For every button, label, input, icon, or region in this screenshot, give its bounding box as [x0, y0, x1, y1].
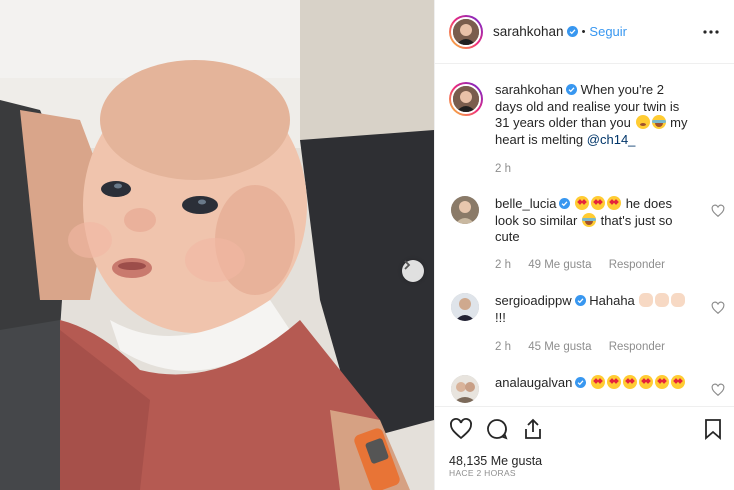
like-comment-heart-icon[interactable] — [711, 301, 725, 315]
comment-item: sergioadippw Hahaha !!! 2 h 45 Me gusta … — [449, 293, 725, 363]
caption-mention-link[interactable]: @ch14_ — [587, 132, 636, 147]
comment-text: analaugalvan — [495, 375, 691, 392]
like-comment-heart-icon[interactable] — [711, 383, 725, 397]
post-header: sarahkohan • Seguir — [435, 0, 734, 64]
caption-username[interactable]: sarahkohan — [495, 82, 563, 97]
commenter-avatar[interactable] — [451, 293, 479, 321]
caption-avatar[interactable] — [449, 82, 483, 116]
more-options-button[interactable] — [701, 22, 721, 42]
caption-text: sarahkohan When you're 2 days old and re… — [495, 82, 691, 148]
melting-face-emoji-icon — [635, 115, 650, 129]
comment-time: 2 h — [495, 259, 511, 271]
baby-photo — [0, 0, 434, 490]
comment-likes[interactable]: 45 Me gusta — [528, 341, 591, 353]
comment-item: belle_lucia he does look so similar that… — [449, 196, 725, 278]
tears-of-joy-emoji-icon — [651, 115, 666, 129]
follow-button[interactable]: Seguir — [589, 24, 627, 39]
share-icon[interactable] — [521, 417, 545, 441]
post-timestamp[interactable]: HACE 2 HORAS — [449, 468, 516, 478]
bookmark-icon[interactable] — [701, 417, 725, 441]
author-username[interactable]: sarahkohan — [493, 24, 564, 39]
likes-count[interactable]: 48,135 Me gusta — [449, 454, 542, 468]
clapping-hands-emoji-icon — [671, 293, 686, 307]
verified-badge-icon — [574, 295, 586, 306]
reply-button[interactable]: Responder — [609, 259, 665, 271]
verified-badge-icon — [559, 198, 571, 209]
caption-time: 2 h — [495, 163, 511, 175]
comment-body-2: !!! — [495, 309, 506, 325]
star-struck-emoji-icon — [622, 375, 637, 389]
comment-likes[interactable]: 49 Me gusta — [528, 259, 591, 271]
verified-badge-icon — [566, 26, 578, 37]
star-struck-emoji-icon — [590, 375, 605, 389]
more-dots-icon — [703, 30, 719, 34]
chevron-right-icon — [404, 260, 411, 270]
comment-text: belle_lucia he does look so similar that… — [495, 196, 691, 246]
star-struck-emoji-icon — [575, 196, 590, 210]
comment-text: sergioadippw Hahaha !!! — [495, 293, 691, 326]
comment-time: 2 h — [495, 341, 511, 353]
star-struck-emoji-icon — [670, 375, 685, 389]
separator-dot: • — [581, 25, 586, 38]
caption-row: sarahkohan When you're 2 days old and re… — [449, 82, 725, 192]
clapping-hands-emoji-icon — [639, 293, 654, 307]
clapping-hands-emoji-icon — [655, 293, 670, 307]
author-avatar[interactable] — [449, 14, 483, 49]
post-side-panel: sarahkohan • Seguir sarahkohan When you'… — [434, 0, 734, 490]
like-comment-heart-icon[interactable] — [711, 204, 725, 218]
star-struck-emoji-icon — [591, 196, 606, 210]
comment-meta: 2 h 45 Me gusta Responder — [495, 341, 679, 353]
verified-badge-icon — [575, 377, 587, 388]
comment-item: analaugalvan — [449, 375, 725, 405]
star-struck-emoji-icon — [606, 375, 621, 389]
comment-body-1: Hahaha — [589, 293, 635, 308]
comment-icon[interactable] — [485, 417, 509, 441]
heart-icon[interactable] — [449, 417, 473, 441]
next-photo-button[interactable] — [402, 260, 424, 282]
comment-username[interactable]: analaugalvan — [495, 375, 572, 390]
commenter-avatar[interactable] — [451, 196, 479, 224]
star-struck-emoji-icon — [607, 196, 622, 210]
comment-username[interactable]: sergioadippw — [495, 293, 572, 308]
comment-meta: 2 h 49 Me gusta Responder — [495, 259, 679, 271]
tears-of-joy-emoji-icon — [581, 212, 596, 227]
comment-username[interactable]: belle_lucia — [495, 196, 556, 211]
post-image[interactable] — [0, 0, 434, 490]
caption-meta: 2 h — [495, 163, 525, 175]
verified-badge-icon — [565, 84, 577, 95]
commenter-avatar[interactable] — [451, 375, 479, 403]
reply-button[interactable]: Responder — [609, 341, 665, 353]
star-struck-emoji-icon — [638, 375, 653, 389]
comments-list[interactable]: sarahkohan When you're 2 days old and re… — [435, 65, 734, 405]
star-struck-emoji-icon — [654, 375, 669, 389]
